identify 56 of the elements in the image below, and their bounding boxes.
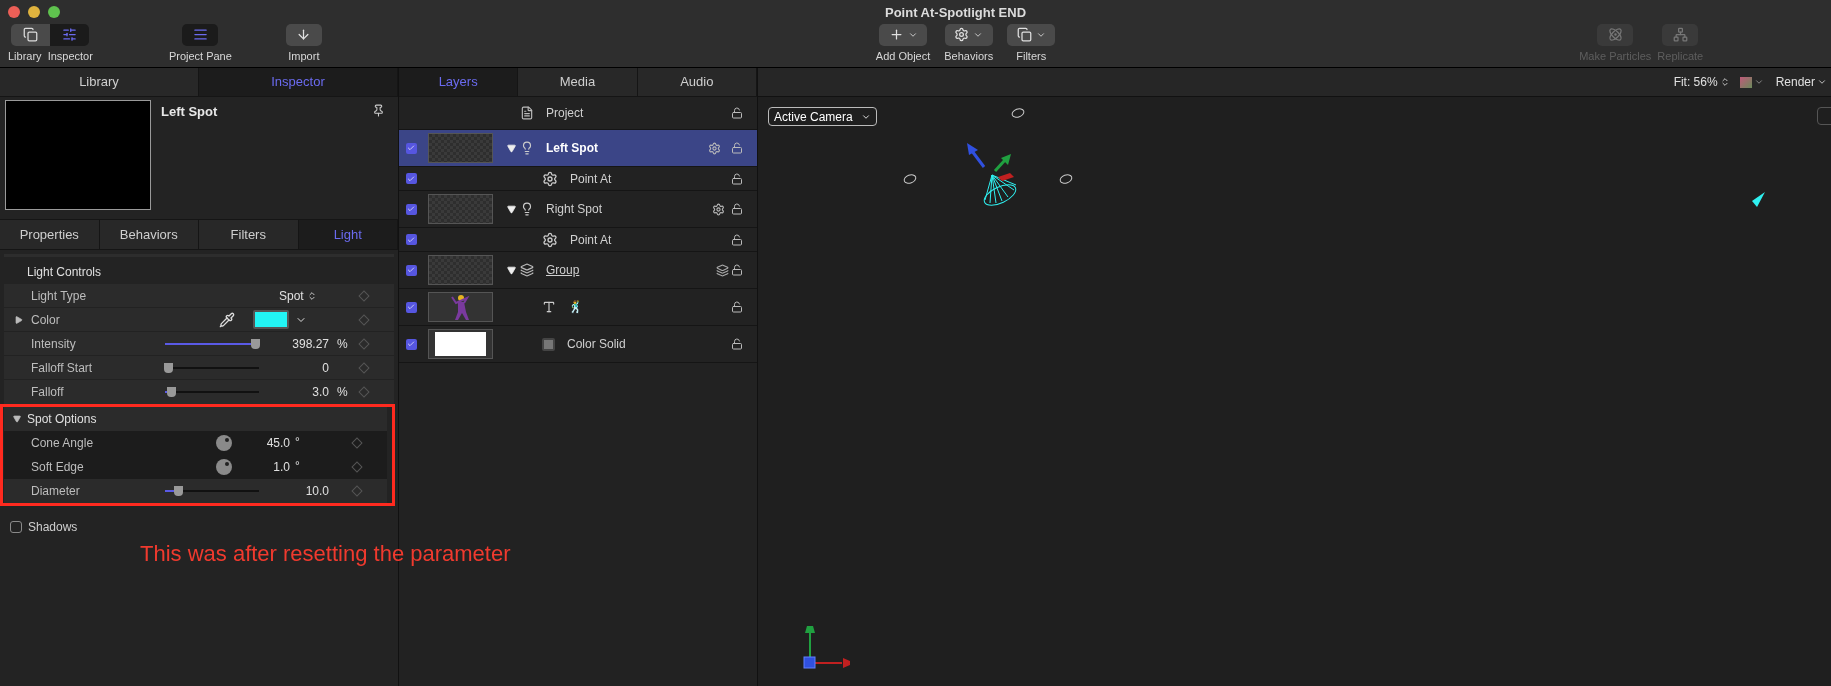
param-label: Light Type [31,287,88,305]
param-label: Diameter [31,483,81,500]
layer-name[interactable]: Left Spot [546,139,598,157]
layer-row[interactable]: 🕺 [399,289,757,326]
toolbar-label: Library [8,48,42,64]
unit-label: ° [295,458,300,475]
tab[interactable]: Library [0,68,199,96]
layer-name[interactable]: Point At [570,169,612,188]
param-label: Intensity [31,335,77,353]
layer-row[interactable]: Left Spot [399,130,757,167]
tab[interactable]: Filters [199,220,299,249]
annotation-text: This was after resetting the parameter [140,541,511,566]
tab[interactable]: Media [518,68,638,96]
param-label: Soft Edge [31,459,85,476]
param-value[interactable]: 0 [269,358,329,377]
param-value[interactable]: 1.0 [232,458,290,476]
param-value[interactable]: 3.0 [269,383,329,401]
param-label: Color [31,311,61,329]
toolbar-label: Import [288,48,320,64]
layer-row[interactable]: Right Spot [399,191,757,228]
param-value[interactable]: 398.27 [269,334,329,353]
toolbar-label: Project Pane [168,48,232,64]
tab[interactable]: Properties [0,220,100,249]
section-title: Spot Options [27,411,97,428]
layer-title: Left Spot [161,103,218,121]
render-menu[interactable]: Render [1775,73,1827,91]
param-label: Falloff [31,384,65,401]
tab[interactable]: Audio [637,68,757,96]
layer-row[interactable]: Color Solid [399,326,757,363]
toolbar-label: Filters [1016,48,1047,64]
light-type-popup[interactable]: Spot [279,286,317,305]
tab[interactable]: Layers [399,68,519,96]
unit-label: % [337,335,348,353]
param-value[interactable]: 10.0 [269,482,329,500]
toolbar-label: Behaviors [944,48,994,64]
toolbar-label: Add Object [875,48,931,64]
fit-zoom-popup[interactable]: Fit: 56% [1673,73,1730,91]
layer-name[interactable]: Point At [570,230,612,249]
layer-name[interactable]: Right Spot [546,200,603,218]
param-value[interactable]: 45.0 [232,434,290,452]
layer-row[interactable]: Group [399,252,757,289]
param-label: Falloff Start [31,359,94,377]
section-title: Light Controls [27,264,102,281]
tab[interactable]: Light [298,220,398,249]
layer-name[interactable]: Color Solid [567,335,626,353]
tab[interactable]: Behaviors [99,220,199,249]
toolbar-label: Inspector [47,48,93,64]
layer-name[interactable]: Group [546,261,580,279]
layer-name[interactable]: 🕺 [568,298,583,316]
layer-name[interactable]: Project [546,104,584,122]
unit-label: ° [295,434,300,451]
param-label: Cone Angle [31,435,95,452]
window-title: Point At-Spotlight END [883,4,1026,22]
checkbox-label: Shadows [28,519,78,536]
camera-menu[interactable]: Active Camera [768,107,877,126]
unit-label: % [337,384,348,401]
